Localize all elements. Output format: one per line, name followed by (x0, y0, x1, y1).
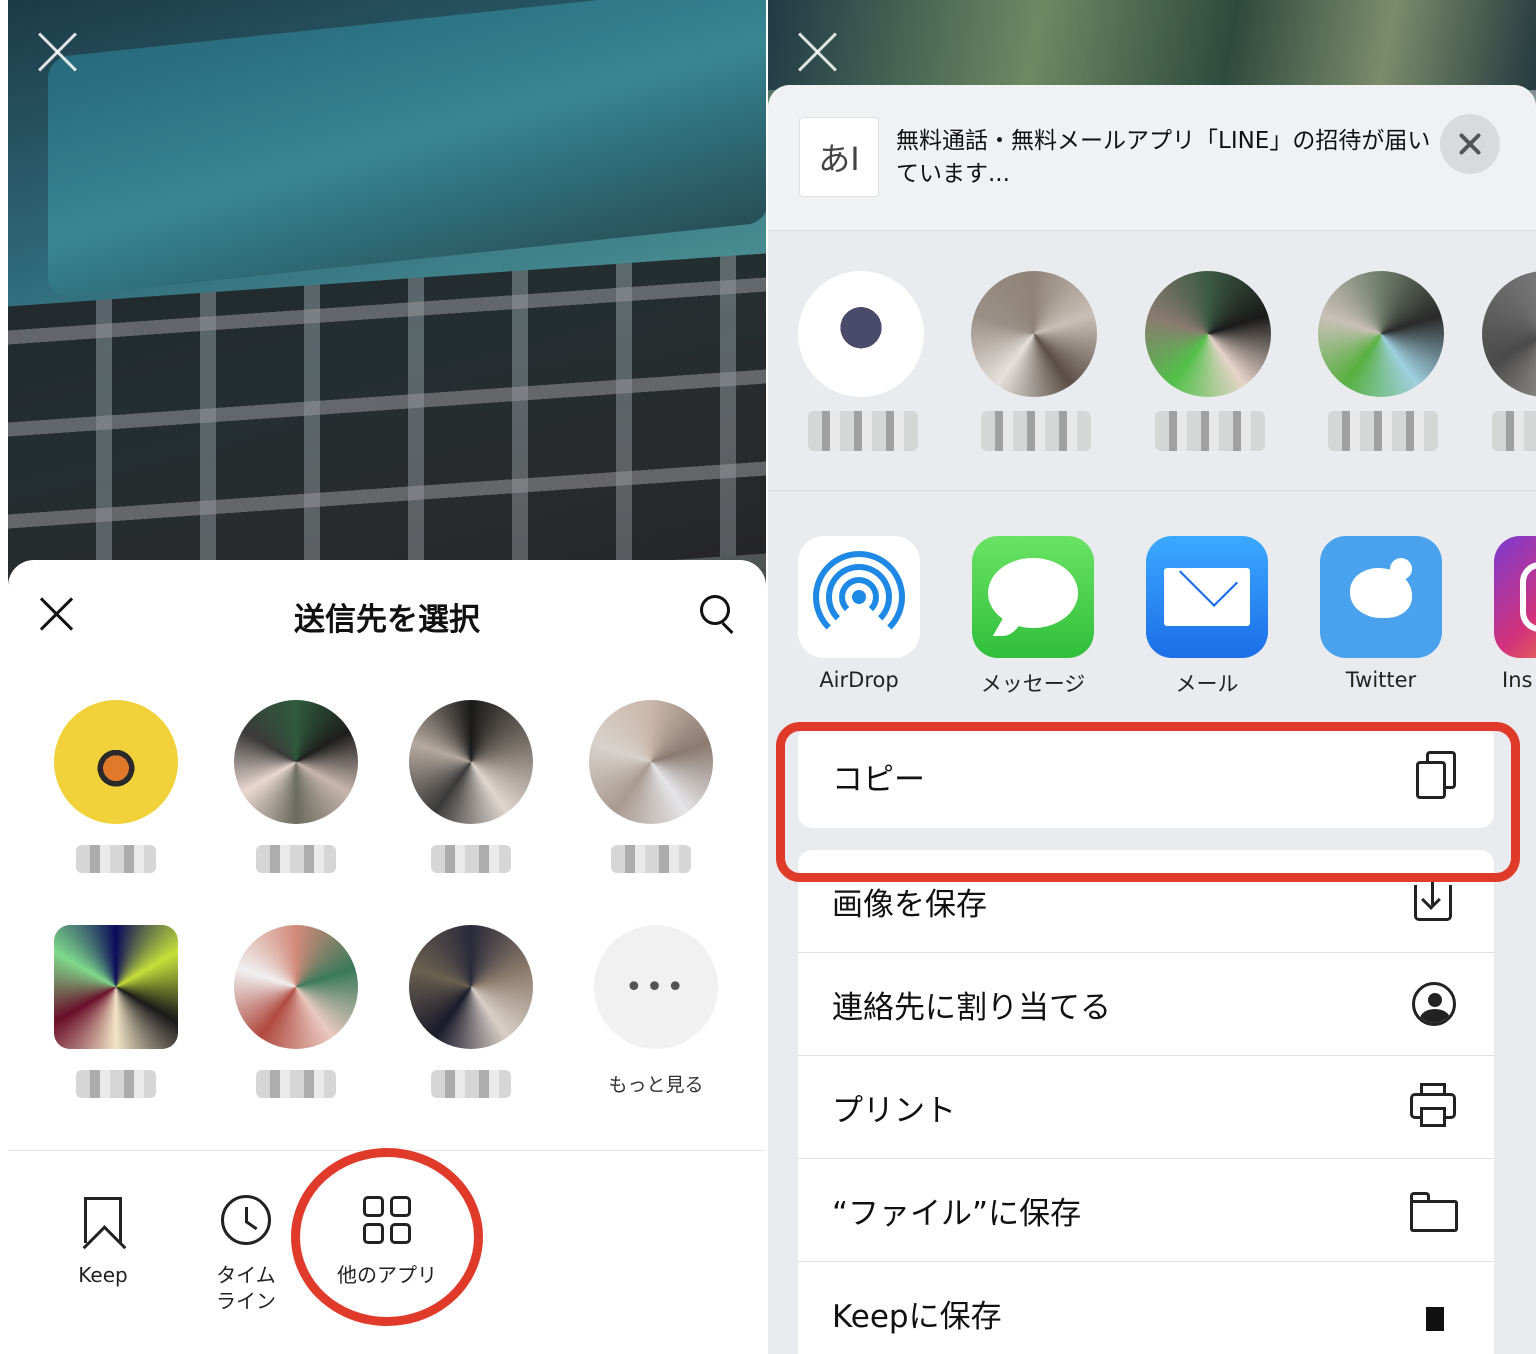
ios-share-screen: あI 無料通話・無料メールアプリ「LINE」の招待が届いています... AirD… (768, 0, 1536, 1354)
close-icon[interactable] (796, 30, 840, 74)
avatar (1318, 271, 1444, 397)
contact-item[interactable] (971, 271, 1101, 461)
friend-name-blurred (256, 845, 336, 873)
contact-item[interactable] (1145, 271, 1275, 461)
contact-name-blurred (981, 411, 1091, 451)
line-share-screen: 送信先を選択 ••• もっと見る Keep タイム ライン 他のアプリ (8, 0, 766, 1354)
save-to-keep-action[interactable]: Keepに保存 (798, 1262, 1494, 1354)
print-icon (1398, 1077, 1468, 1137)
sheet-title: 送信先を選択 (294, 602, 480, 638)
share-preview-text: 無料通話・無料メールアプリ「LINE」の招待が届いています... (896, 128, 1431, 187)
keep-button[interactable]: Keep (43, 1190, 163, 1288)
background-photo (768, 0, 1536, 90)
friend-item[interactable] (393, 700, 543, 920)
timeline-label: タイム ライン (216, 1263, 276, 1313)
print-action[interactable]: プリント (798, 1056, 1494, 1159)
contact-item[interactable] (798, 271, 928, 461)
share-sheet: あI 無料通話・無料メールアプリ「LINE」の招待が届いています... AirD… (768, 85, 1536, 1354)
avatar (409, 700, 533, 824)
sheet-header: 送信先を選択 (8, 560, 766, 665)
avatar (409, 925, 533, 1049)
text-document-icon: あI (799, 117, 879, 197)
app-label: Ins (1502, 668, 1533, 692)
more-icon: ••• (594, 925, 718, 1049)
clock-icon (221, 1195, 271, 1245)
action-label: 連絡先に割り当てる (832, 989, 1111, 1026)
friend-name-blurred (76, 845, 156, 873)
friend-item[interactable] (573, 700, 723, 920)
avatar (234, 700, 358, 824)
friend-item[interactable] (38, 700, 188, 920)
friend-item[interactable] (218, 700, 368, 920)
close-icon[interactable] (36, 30, 80, 74)
app-messages[interactable]: メッセージ (958, 536, 1108, 698)
app-label: メッセージ (980, 672, 1086, 696)
contact-icon (1398, 974, 1468, 1034)
friend-name-blurred (431, 845, 511, 873)
friend-name-blurred (256, 1070, 336, 1098)
share-header: あI 無料通話・無料メールアプリ「LINE」の招待が届いています... (768, 85, 1536, 231)
app-mail[interactable]: メール (1132, 536, 1282, 698)
background-photo (48, 0, 766, 298)
search-icon[interactable] (698, 593, 738, 635)
highlight-circle (291, 1148, 483, 1326)
contact-name-blurred (1492, 411, 1536, 451)
avatar (589, 700, 713, 824)
twitter-icon (1320, 536, 1442, 658)
keep-icon (1398, 1283, 1468, 1343)
avatar (54, 700, 178, 824)
avatar (971, 271, 1097, 397)
assign-contact-action[interactable]: 連絡先に割り当てる (798, 953, 1494, 1056)
action-label: Keepに保存 (832, 1298, 1002, 1335)
avatar (234, 925, 358, 1049)
instagram-icon (1494, 536, 1536, 658)
more-label: もっと見る (608, 1074, 704, 1096)
app-twitter[interactable]: Twitter (1306, 536, 1456, 692)
highlight-box (776, 722, 1520, 882)
action-label: プリント (832, 1092, 956, 1129)
action-label: “ファイル”に保存 (832, 1195, 1082, 1232)
friend-name-blurred (431, 1070, 511, 1098)
select-recipient-sheet: 送信先を選択 ••• もっと見る Keep タイム ライン 他のアプリ (8, 560, 766, 1354)
close-button[interactable] (1440, 114, 1500, 174)
avatar (54, 925, 178, 1049)
action-label: 画像を保存 (832, 886, 987, 923)
messages-icon (972, 536, 1094, 658)
friend-name-blurred (611, 845, 691, 873)
contact-name-blurred (1155, 411, 1265, 451)
friend-item[interactable] (38, 925, 188, 1145)
timeline-button[interactable]: タイム ライン (186, 1190, 306, 1314)
friend-item[interactable] (393, 925, 543, 1145)
avatar (1145, 271, 1271, 397)
mail-icon (1146, 536, 1268, 658)
contact-item[interactable] (1318, 271, 1448, 461)
airdrop-icon (798, 536, 920, 658)
avatar (1482, 271, 1536, 397)
app-instagram[interactable]: Ins (1480, 536, 1536, 692)
avatar (798, 271, 924, 397)
contact-name-blurred (1328, 411, 1438, 451)
app-airdrop[interactable]: AirDrop (784, 536, 934, 692)
app-label: メール (1175, 672, 1239, 696)
bookmark-icon (84, 1197, 122, 1243)
app-label: Twitter (1345, 668, 1417, 692)
friend-item[interactable] (218, 925, 368, 1145)
friend-name-blurred (76, 1070, 156, 1098)
suggested-contacts (768, 231, 1536, 491)
contact-item[interactable] (1482, 271, 1536, 461)
share-apps-row: AirDrop メッセージ メール Twitter Ins (768, 491, 1536, 711)
folder-icon (1398, 1180, 1468, 1240)
app-label: AirDrop (819, 668, 899, 692)
contact-name-blurred (808, 411, 918, 451)
background-keyboard-rows (8, 253, 766, 607)
more-button[interactable]: ••• もっと見る (578, 925, 728, 1145)
save-to-files-action[interactable]: “ファイル”に保存 (798, 1159, 1494, 1262)
